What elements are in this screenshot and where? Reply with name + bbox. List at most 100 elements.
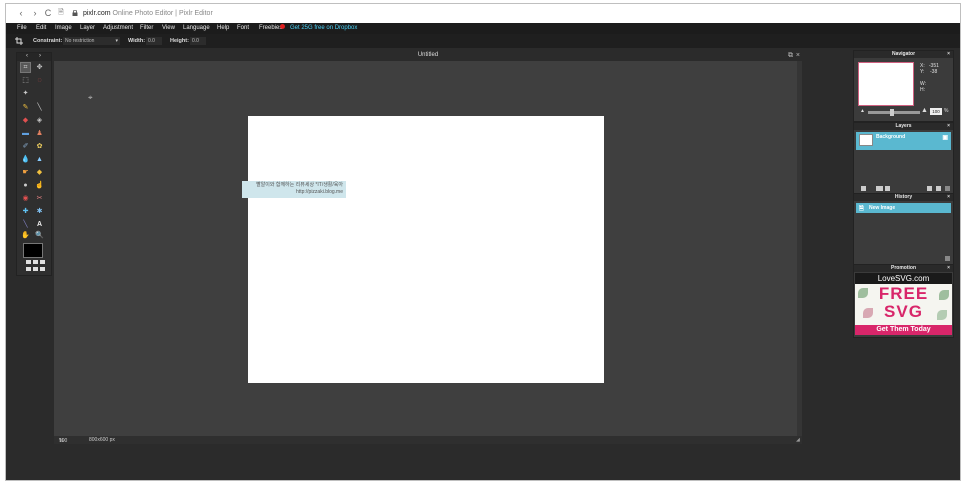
bloat-tool-icon[interactable]: ✚ [21,207,30,216]
spot-heal-tool-icon[interactable]: ✂ [35,194,44,203]
menu-adjustment[interactable]: Adjustment [103,25,133,31]
layers-title: Layers [895,123,912,129]
width-input[interactable]: 0.0 [146,37,162,45]
navigator-thumbnail[interactable] [858,62,914,106]
zoom-slider[interactable] [868,109,920,116]
constraint-select[interactable]: No restriction ▾ [63,37,120,45]
add-layer-icon[interactable] [885,186,890,191]
type-tool-icon[interactable]: A [35,220,44,229]
smudge-tool-icon[interactable]: ☛ [21,168,30,177]
delete-layer-icon[interactable] [936,186,941,191]
layers-close-icon[interactable]: × [947,123,950,130]
reader-icon[interactable]: 🗎 [56,8,66,18]
promotion-ad[interactable]: LoveSVG.com FREE SVG Get Them Today [855,273,952,335]
navigator-coordinates: X: -351 Y: -38 W: H: [920,63,939,93]
image-canvas[interactable] [248,116,604,383]
ad-body: FREE SVG [855,284,952,325]
menu-help[interactable]: Help [217,25,229,31]
dodge-tool-icon[interactable]: ☝ [35,181,44,190]
navigator-title: Navigator [891,51,916,57]
height-value: 0.0 [192,38,199,44]
chevron-down-icon: ▾ [115,38,118,44]
maximize-icon[interactable]: ⧉ [788,51,793,60]
layer-row[interactable]: Background ▣ [856,132,951,150]
brush-tool-icon[interactable]: ╲ [35,103,44,112]
ad-headline-svg: SVG [884,302,923,321]
close-icon[interactable]: × [796,51,800,60]
duplicate-layer-icon[interactable] [927,186,932,191]
width-label: Width: [128,38,146,44]
layer-lock-icon[interactable]: ▣ [942,134,948,141]
menu-edit[interactable]: Edit [36,25,46,31]
menu-layer[interactable]: Layer [80,25,95,31]
move-tool-icon[interactable]: ✥ [35,63,44,72]
drawing-tool-icon[interactable]: ✿ [35,142,44,151]
layers-footer [854,184,953,193]
stamp-tool-icon[interactable]: ♟ [35,129,44,138]
navigator-close-icon[interactable]: × [947,51,950,58]
back-icon[interactable]: ‹ [16,8,26,18]
eraser-tool-icon[interactable]: ◈ [35,116,44,125]
gradient-tool-icon[interactable]: ▬ [21,129,30,138]
history-close-icon[interactable]: × [947,194,950,201]
wand-tool-icon[interactable]: ✦ [21,89,30,98]
red-eye-tool-icon[interactable]: ◉ [21,194,30,203]
dropbox-promo-link[interactable]: Get 25G free on Dropbox [290,25,357,31]
navigator-zoom-input[interactable]: 100 [930,108,942,115]
menu-font[interactable]: Font [237,25,249,31]
address-bar[interactable]: pixlr.com Online Photo Editor | Pixlr Ed… [72,7,372,20]
menu-image[interactable]: Image [55,25,72,31]
screen-frame: ‹ › C 🗎 pixlr.com Online Photo Editor | … [5,3,961,481]
promotion-panel: Promotion × LoveSVG.com FREE SVG Get The… [853,264,954,338]
vertical-scrollbar[interactable] [797,61,802,436]
history-title: History [894,194,913,200]
expand-right-icon[interactable]: › [39,53,41,59]
collapse-left-icon[interactable]: ‹ [26,53,28,59]
history-row[interactable]: 🗎 New Image [856,203,951,213]
tools-panel-header[interactable]: ‹ › [17,53,51,61]
layer-mask-icon[interactable] [876,186,883,191]
lock-icon [72,10,78,16]
zoom-in-icon[interactable]: ▲ [921,107,928,114]
ad-headline-free: FREE [878,284,929,303]
watermark-title: 빨알이와 함께하는 리뷰세상 *IT/생활/육아 [256,182,343,188]
menu-view[interactable]: View [162,25,175,31]
resize-grip-icon[interactable]: ◢ [796,438,801,443]
hand-tool-icon[interactable]: ✋ [21,231,30,240]
zoom-out-icon[interactable]: ▲ [860,108,865,114]
browser-toolbar: ‹ › C 🗎 pixlr.com Online Photo Editor | … [6,4,960,24]
promotion-close-icon[interactable]: × [947,265,950,272]
sponge-tool-icon[interactable]: ◆ [35,168,44,177]
height-input[interactable]: 0.0 [190,37,206,45]
replace-color-icon[interactable]: ✐ [21,142,30,151]
history-step: New Image [869,205,896,211]
sharpen-tool-icon[interactable]: ▲ [35,155,44,164]
burn-tool-icon[interactable]: ● [21,181,30,190]
menu-freebies[interactable]: Freebies [259,25,282,31]
history-resize-icon[interactable] [945,256,950,261]
menu-filter[interactable]: Filter [140,25,153,31]
pencil-tool-icon[interactable]: ✎ [21,103,30,112]
color-picker-icon[interactable]: ╲ [21,220,30,229]
menu-file[interactable]: File [17,25,27,31]
zoom-slider-knob[interactable] [890,109,894,116]
grid-view-icon[interactable] [26,260,46,272]
crop-tool-icon[interactable]: ⌗ [20,62,31,73]
blur-tool-icon[interactable]: 💧 [21,155,30,164]
zoom-tool-icon[interactable]: 🔍 [35,231,44,240]
ad-cta-button[interactable]: Get Them Today [855,325,952,335]
reload-icon[interactable]: C [43,8,53,18]
pinch-tool-icon[interactable]: ✱ [35,207,44,216]
forward-icon[interactable]: › [30,8,40,18]
layers-resize-icon[interactable] [945,186,950,191]
layer-properties-icon[interactable] [861,186,866,191]
marquee-tool-icon[interactable]: ⬚ [21,76,30,85]
navigator-panel: Navigator × X: -351 Y: -38 W: H: ▲ ▲ 100… [853,50,954,122]
layer-thumbnail [859,134,873,146]
crop-cursor-icon: ⌖ [88,93,93,102]
canvas-status-bar: 100 % 800x600 px [54,436,802,444]
menu-language[interactable]: Language [183,25,210,31]
lasso-tool-icon[interactable]: ◌ [35,76,44,85]
bucket-tool-icon[interactable]: ◆ [21,116,30,125]
primary-color-swatch[interactable] [23,243,43,258]
